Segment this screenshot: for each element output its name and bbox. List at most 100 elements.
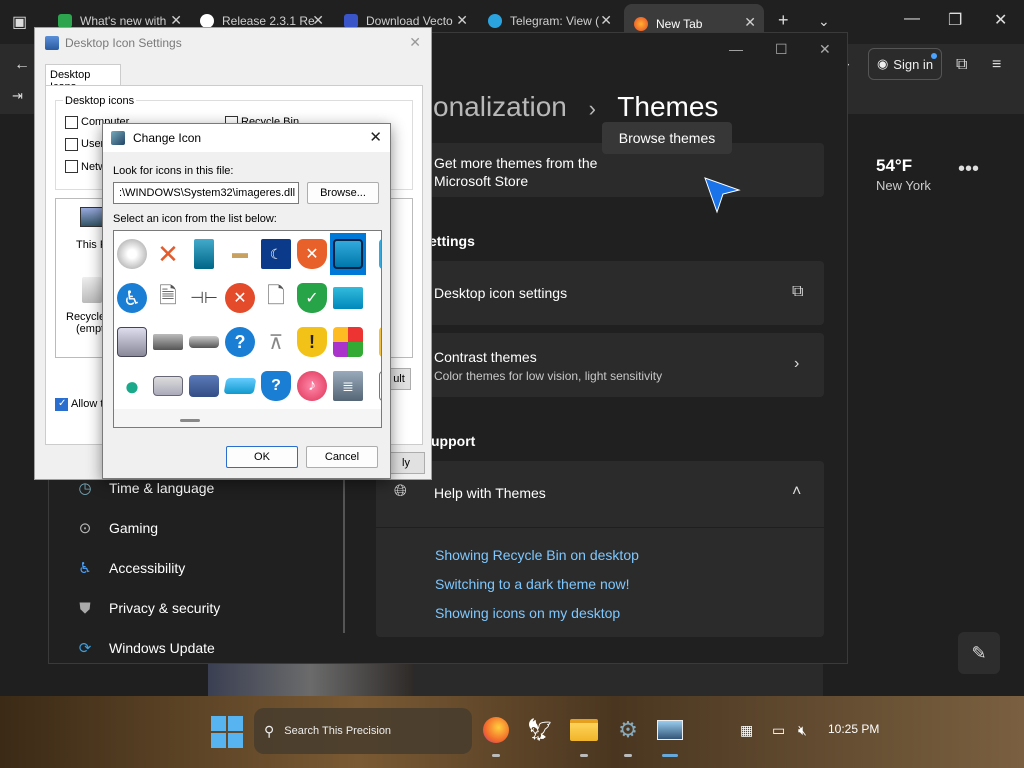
taskbar-clock[interactable]: 10:25 PM <box>828 722 879 736</box>
horizontal-scrollbar[interactable] <box>114 409 381 427</box>
ok-button[interactable]: OK <box>226 446 298 468</box>
nav-windows-update[interactable]: ⟳ Windows Update <box>75 633 215 663</box>
icon-option[interactable] <box>366 321 381 363</box>
close-icon[interactable]: ✕ <box>369 128 382 146</box>
icon-option[interactable]: ▬ <box>222 233 258 275</box>
nav-gaming[interactable]: ⊙ Gaming <box>75 513 158 543</box>
cancel-button[interactable]: Cancel <box>306 446 378 468</box>
import-icon[interactable]: ⇥ <box>12 88 23 104</box>
icon-option[interactable]: ▪ <box>366 277 381 319</box>
puzzle-icon[interactable]: ⧉ <box>956 56 967 74</box>
tab-desktop-icons[interactable]: Desktop Icons <box>45 64 121 93</box>
apply-button[interactable]: ly <box>387 452 425 474</box>
icon-option[interactable] <box>222 365 258 407</box>
icon-list[interactable]: ✕ ▬ ☾ ✕ ♿︎ 🗎︎ ⊣⊢ ✕ 🗋︎ ✓ ▪ ? ⊼ ! ● ? ♪ ≣ <box>113 230 382 428</box>
more-options-icon[interactable]: ••• <box>958 158 979 181</box>
icon-option[interactable] <box>366 233 381 275</box>
maximize-icon[interactable]: ☐ <box>775 41 788 58</box>
nav-scrollbar[interactable] <box>343 473 345 633</box>
chevron-up-icon[interactable]: ˄ <box>792 483 801 501</box>
settings-gear-icon[interactable]: ⚙ <box>612 713 644 747</box>
maximize-icon[interactable]: ❐ <box>948 10 962 30</box>
desktop-icon-settings-row[interactable]: Desktop icon settings ⧉ <box>376 261 824 325</box>
firefox-icon[interactable] <box>480 713 512 747</box>
icon-option[interactable] <box>186 365 222 407</box>
new-tab-plus-icon[interactable]: + <box>778 10 789 31</box>
close-icon[interactable]: ✕ <box>744 14 756 31</box>
weather-temp[interactable]: 54°F <box>876 156 912 176</box>
link-recycle-bin[interactable]: Showing Recycle Bin on desktop <box>435 547 639 563</box>
desktop-icon-settings-app-icon[interactable] <box>654 713 686 747</box>
link-icons-desktop[interactable]: Showing icons on my desktop <box>435 605 620 621</box>
icon-option[interactable] <box>366 365 381 407</box>
volume-muted-icon[interactable]: 🔇︎ <box>798 722 807 739</box>
icon-option[interactable]: 🗋︎ <box>258 277 294 319</box>
recycle-bin-icon[interactable] <box>82 277 102 303</box>
icon-option[interactable]: ✓ <box>294 277 330 319</box>
file-explorer-icon[interactable] <box>568 713 600 747</box>
windows-start-icon[interactable] <box>211 716 243 748</box>
icon-option[interactable] <box>186 321 222 363</box>
icon-option[interactable]: ? <box>258 365 294 407</box>
minimize-icon[interactable]: — <box>904 10 920 28</box>
close-icon[interactable]: ✕ <box>819 41 831 58</box>
icon-option[interactable]: ✕ <box>294 233 330 275</box>
minimize-icon[interactable]: — <box>729 41 743 57</box>
icon-file-path-input[interactable]: :\WINDOWS\System32\imageres.dll <box>113 182 299 204</box>
icon-option[interactable]: ♿︎ <box>114 277 150 319</box>
icon-option[interactable] <box>114 233 150 275</box>
icon-option[interactable]: ≣ <box>330 365 366 407</box>
tab-actions-icon[interactable]: ▣ <box>12 12 27 32</box>
close-icon[interactable]: ✕ <box>600 12 612 29</box>
news-card[interactable] <box>413 664 823 698</box>
window-close-icon[interactable]: ✕ <box>994 10 1007 30</box>
close-icon[interactable]: ✕ <box>409 34 421 51</box>
icon-option[interactable] <box>114 321 150 363</box>
icon-option[interactable]: ? <box>222 321 258 363</box>
qr-code-icon[interactable]: ▦ <box>740 722 753 739</box>
browse-themes-button[interactable]: Browse themes <box>602 122 732 154</box>
pencil-icon[interactable]: ✎ <box>958 632 1000 674</box>
change-icon-dialog: Change Icon ✕ Look for icons in this fil… <box>102 123 391 479</box>
checkbox-user-files[interactable] <box>65 138 78 151</box>
icon-option[interactable]: ! <box>294 321 330 363</box>
icon-option[interactable] <box>330 277 366 319</box>
contrast-themes-row[interactable]: Contrast themes Color themes for low vis… <box>376 333 824 397</box>
chevron-down-icon[interactable]: ⌄ <box>818 13 830 30</box>
active-indicator <box>662 754 678 757</box>
nav-accessibility[interactable]: ♿︎ Accessibility <box>75 553 185 583</box>
icon-option[interactable]: ✕ <box>150 233 186 275</box>
close-icon[interactable]: ✕ <box>456 12 468 29</box>
checkbox-network[interactable] <box>65 160 78 173</box>
icon-option[interactable] <box>150 321 186 363</box>
contrast-subtitle: Color themes for low vision, light sensi… <box>434 369 663 383</box>
breadcrumb-parent[interactable]: onalization <box>433 91 567 122</box>
nav-privacy-security[interactable]: ⛊ Privacy & security <box>75 593 220 623</box>
icon-option[interactable]: 🗎︎ <box>150 277 186 319</box>
weather-city[interactable]: New York <box>876 178 931 193</box>
back-arrow-icon[interactable]: ← <box>14 56 30 74</box>
red-x-icon: ✕ <box>157 238 179 269</box>
icon-option[interactable]: ♪ <box>294 365 330 407</box>
icon-option[interactable] <box>150 365 186 407</box>
icon-option[interactable] <box>330 321 366 363</box>
icon-option[interactable]: ✕ <box>222 277 258 319</box>
icon-option[interactable]: ☾ <box>258 233 294 275</box>
checkbox-computer[interactable] <box>65 116 78 129</box>
icon-option[interactable]: ● <box>114 365 150 407</box>
icon-option-selected[interactable] <box>330 233 366 275</box>
browse-button[interactable]: Browse... <box>307 182 379 204</box>
icon-option[interactable]: ⊼ <box>258 321 294 363</box>
news-thumbnail[interactable] <box>208 664 413 698</box>
sign-in-button[interactable]: ◉ Sign in <box>868 48 942 80</box>
taskbar-search[interactable]: ⚲ Search This Precision <box>254 708 472 754</box>
icon-option[interactable]: ⊣⊢ <box>186 277 222 319</box>
eagle-app-icon[interactable]: 🦅︎ <box>524 713 556 747</box>
copilot-icon[interactable]: ▭ <box>772 722 785 739</box>
help-title[interactable]: Help with Themes <box>434 485 546 501</box>
checkbox-allow-themes[interactable] <box>55 398 68 411</box>
icon-option[interactable] <box>186 233 222 275</box>
link-dark-theme[interactable]: Switching to a dark theme now! <box>435 576 630 592</box>
menu-icon[interactable]: ≡ <box>992 56 1001 74</box>
scrollbar-thumb[interactable] <box>180 419 200 422</box>
